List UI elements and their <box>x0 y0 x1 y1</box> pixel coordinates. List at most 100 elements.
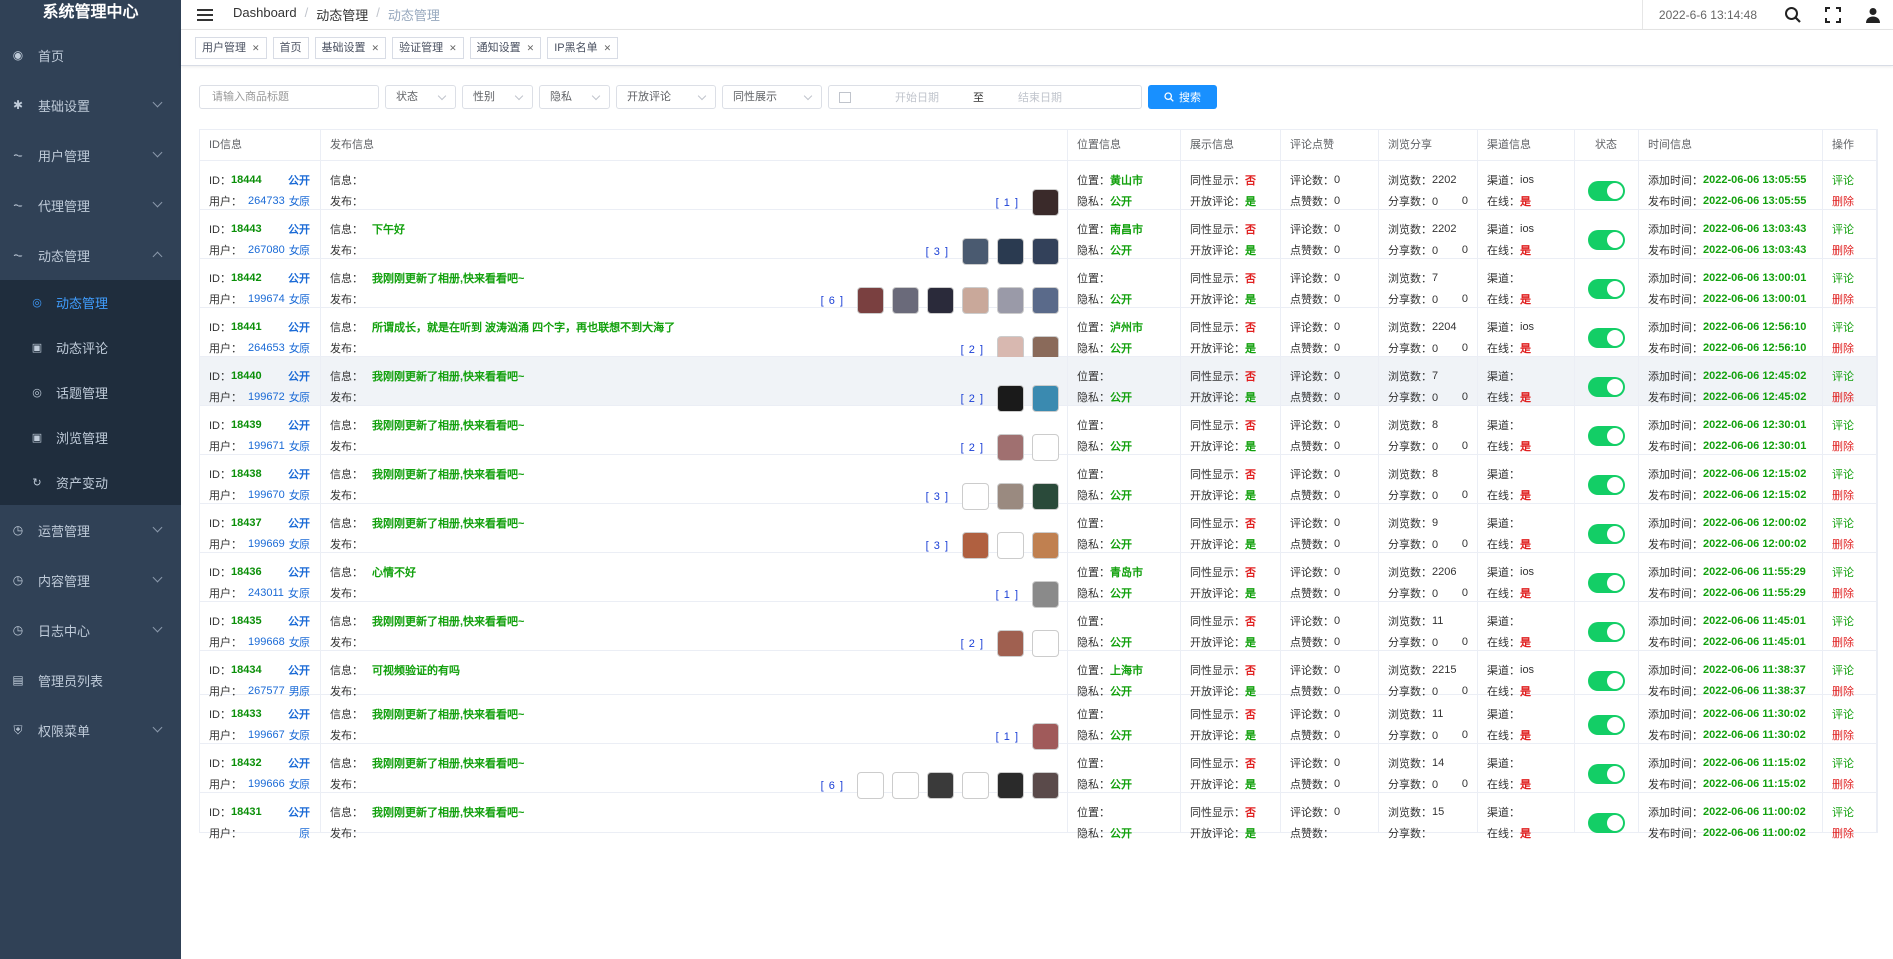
comment-button[interactable]: 评论 <box>1832 755 1854 771</box>
sidebar-subitem[interactable]: ▣ 浏览管理 <box>0 415 181 460</box>
user-id-link[interactable]: 243011 <box>248 587 284 599</box>
search-icon[interactable] <box>1773 0 1813 30</box>
comment-button[interactable]: 评论 <box>1832 564 1854 580</box>
status-toggle[interactable] <box>1588 279 1625 299</box>
user-id-link[interactable]: 267080 <box>248 244 285 256</box>
date-end[interactable]: 结束日期 <box>1018 89 1062 105</box>
comment-button[interactable]: 评论 <box>1832 221 1854 237</box>
post-id[interactable]: 18441 <box>231 321 262 333</box>
image-count[interactable]: [ 6 ] <box>821 295 844 307</box>
table-row[interactable]: ID： 18439 公开 用户： 199671 女原 信息： 我刚刚更新了相册,快来看看吧… <box>200 406 1877 461</box>
fullscreen-icon[interactable] <box>1813 0 1853 30</box>
user-icon[interactable] <box>1853 0 1893 30</box>
post-id[interactable]: 18435 <box>231 615 262 627</box>
breadcrumb-item[interactable]: Dashboard <box>233 5 297 24</box>
sidebar-item-perm[interactable]: ⛨ 权限菜单 <box>0 705 181 755</box>
table-row[interactable]: ID： 18444 公开 用户： 264733 女原 信息： 发布： [ 1 ] 位置：… <box>200 161 1877 216</box>
tag-item[interactable]: 基础设置 ✕ <box>314 36 387 59</box>
search-button[interactable]: 搜索 <box>1148 85 1217 109</box>
delete-button[interactable]: 删除 <box>1832 536 1854 552</box>
user-id-link[interactable]: 199666 <box>248 778 285 790</box>
tag-item[interactable]: 用户管理 ✕ <box>195 36 267 59</box>
breadcrumb-item[interactable]: 动态管理 <box>316 5 368 24</box>
table-row[interactable]: ID： 18434 公开 用户： 267577 男原 信息： 可视频验证的有吗 发布： 位… <box>200 651 1877 698</box>
post-id[interactable]: 18431 <box>231 806 262 818</box>
table-row[interactable]: ID： 18433 公开 用户： 199667 女原 信息： 我刚刚更新了相册,快来看看吧… <box>200 695 1877 750</box>
status-toggle[interactable] <box>1588 475 1625 495</box>
same-sex-display-select[interactable]: 同性展示 <box>722 85 822 109</box>
open-comment-select[interactable]: 开放评论 <box>616 85 716 109</box>
status-toggle[interactable] <box>1588 573 1625 593</box>
table-row[interactable]: ID： 18442 公开 用户： 199674 女原 信息： 我刚刚更新了相册,快来看看吧… <box>200 259 1877 314</box>
post-id[interactable]: 18433 <box>231 708 262 720</box>
tag-item[interactable]: IP黑名单 ✕ <box>547 36 619 59</box>
gender-select[interactable]: 性别 <box>462 85 533 109</box>
sidebar-item-log[interactable]: ◷ 日志中心 <box>0 605 181 655</box>
date-start[interactable]: 开始日期 <box>895 89 939 105</box>
delete-button[interactable]: 删除 <box>1832 634 1854 650</box>
status-toggle[interactable] <box>1588 813 1625 833</box>
comment-button[interactable]: 评论 <box>1832 417 1854 433</box>
post-id[interactable]: 18432 <box>231 757 262 769</box>
status-toggle[interactable] <box>1588 181 1625 201</box>
sidebar-subitem[interactable]: ▣ 动态评论 <box>0 325 181 370</box>
status-toggle[interactable] <box>1588 426 1625 446</box>
status-select[interactable]: 状态 <box>385 85 456 109</box>
status-toggle[interactable] <box>1588 377 1625 397</box>
date-range-picker[interactable]: 开始日期 至 结束日期 <box>828 85 1142 109</box>
privacy-select[interactable]: 隐私 <box>539 85 610 109</box>
user-id-link[interactable]: 199669 <box>248 538 285 550</box>
table-row[interactable]: ID： 18438 公开 用户： 199670 女原 信息： 我刚刚更新了相册,快来看看吧… <box>200 455 1877 510</box>
post-id[interactable]: 18437 <box>231 517 262 529</box>
comment-button[interactable]: 评论 <box>1832 172 1854 188</box>
comment-button[interactable]: 评论 <box>1832 662 1854 678</box>
delete-button[interactable]: 删除 <box>1832 727 1854 743</box>
delete-button[interactable]: 删除 <box>1832 585 1854 601</box>
status-toggle[interactable] <box>1588 230 1625 250</box>
sidebar-item-home[interactable]: ◉ 首页 <box>0 30 181 80</box>
user-id-link[interactable]: 199670 <box>248 489 285 501</box>
table-row[interactable]: ID： 18440 公开 用户： 199672 女原 信息： 我刚刚更新了相册,快来看看吧… <box>200 357 1877 412</box>
post-id[interactable]: 18436 <box>231 566 262 578</box>
status-toggle[interactable] <box>1588 622 1625 642</box>
image-count[interactable]: [ 3 ] <box>926 246 949 258</box>
image-count[interactable]: [ 6 ] <box>821 780 844 792</box>
delete-button[interactable]: 删除 <box>1832 193 1854 209</box>
delete-button[interactable]: 删除 <box>1832 438 1854 454</box>
sidebar-subitem[interactable]: ↻ 资产变动 <box>0 460 181 505</box>
table-row[interactable]: ID： 18431 公开 用户：原 信息： 我刚刚更新了相册,快来看看吧~ 发布： 位… <box>200 793 1877 840</box>
status-toggle[interactable] <box>1588 328 1625 348</box>
delete-button[interactable]: 删除 <box>1832 242 1854 258</box>
close-icon[interactable]: ✕ <box>372 38 380 58</box>
table-row[interactable]: ID： 18435 公开 用户： 199668 女原 信息： 我刚刚更新了相册,快来看看吧… <box>200 602 1877 657</box>
post-id[interactable]: 18439 <box>231 419 262 431</box>
comment-button[interactable]: 评论 <box>1832 270 1854 286</box>
user-id-link[interactable]: 264653 <box>248 342 285 354</box>
post-id[interactable]: 18434 <box>231 664 262 676</box>
image-count[interactable]: [ 2 ] <box>961 442 984 454</box>
close-icon[interactable]: ✕ <box>449 38 457 58</box>
delete-button[interactable]: 删除 <box>1832 487 1854 503</box>
comment-button[interactable]: 评论 <box>1832 613 1854 629</box>
table-row[interactable]: ID： 18441 公开 用户： 264653 女原 信息： 所谓成长，就是在听到 波涛汹… <box>200 308 1877 363</box>
status-toggle[interactable] <box>1588 671 1625 691</box>
delete-button[interactable]: 删除 <box>1832 340 1854 356</box>
close-icon[interactable]: ✕ <box>604 38 612 58</box>
post-id[interactable]: 18443 <box>231 223 262 235</box>
delete-button[interactable]: 删除 <box>1832 776 1854 792</box>
table-row[interactable]: ID： 18436 公开 用户： 243011 女原 信息： 心情不好 发布： [ 1 ]… <box>200 553 1877 608</box>
image-count[interactable]: [ 2 ] <box>961 638 984 650</box>
image-count[interactable]: [ 1 ] <box>996 197 1019 209</box>
sidebar-item-agent[interactable]: ⏦ 代理管理 <box>0 180 181 230</box>
delete-button[interactable]: 删除 <box>1832 291 1854 307</box>
post-id[interactable]: 18438 <box>231 468 262 480</box>
image-count[interactable]: [ 2 ] <box>961 393 984 405</box>
post-id[interactable]: 18440 <box>231 370 262 382</box>
user-id-link[interactable]: 199674 <box>248 293 285 305</box>
user-id-link[interactable]: 199671 <box>248 440 285 452</box>
close-icon[interactable]: ✕ <box>527 38 535 58</box>
status-toggle[interactable] <box>1588 764 1625 784</box>
user-id-link[interactable]: 199667 <box>248 729 285 741</box>
delete-button[interactable]: 删除 <box>1832 389 1854 405</box>
tag-item[interactable]: 首页 <box>272 36 309 59</box>
